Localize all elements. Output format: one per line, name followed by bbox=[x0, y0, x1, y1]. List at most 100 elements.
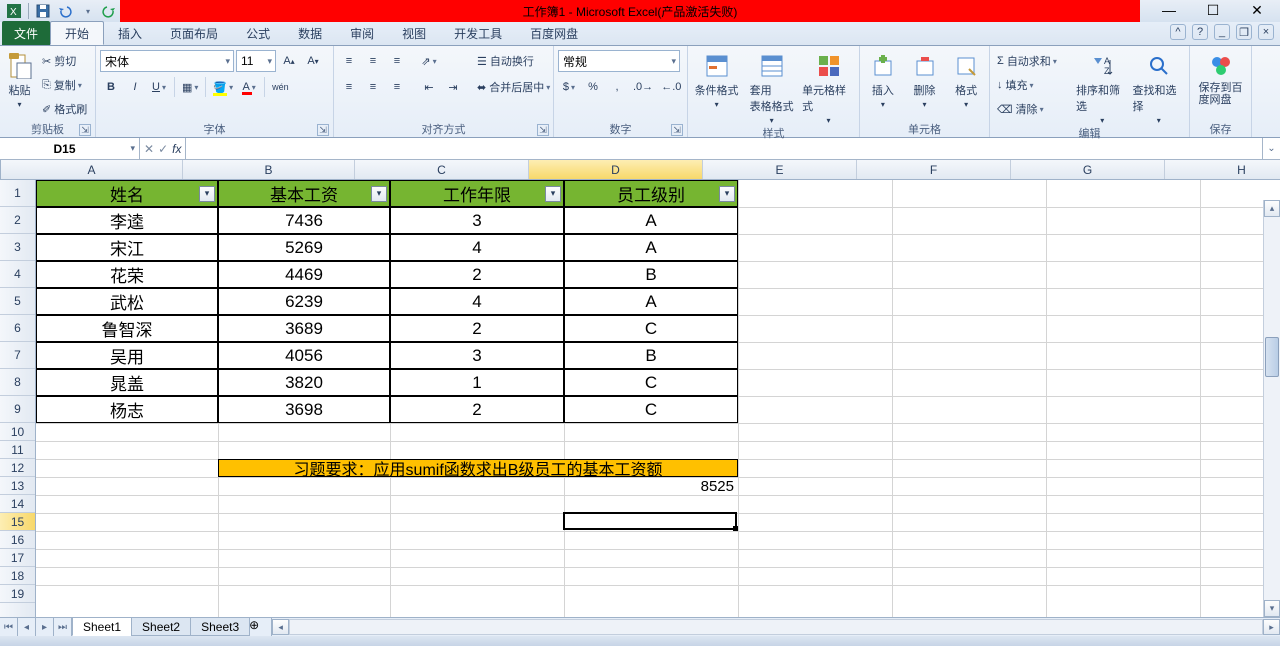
cell-C1[interactable]: 工作年限▾ bbox=[390, 180, 564, 207]
row-header-3[interactable]: 3 bbox=[0, 234, 35, 261]
cell-B8[interactable]: 3820 bbox=[218, 369, 390, 396]
cell-A6[interactable]: 鲁智深 bbox=[36, 315, 218, 342]
cell-C5[interactable]: 4 bbox=[390, 288, 564, 315]
baidu-save-button[interactable]: 保存到百 度网盘 bbox=[1194, 48, 1247, 106]
fill-color-button[interactable]: 🪣 bbox=[210, 76, 236, 98]
cell-C6[interactable]: 2 bbox=[390, 315, 564, 342]
align-left-button[interactable]: ≡ bbox=[338, 76, 360, 98]
help-button[interactable]: ? bbox=[1192, 24, 1208, 40]
row-header-15[interactable]: 15 bbox=[0, 513, 35, 531]
undo-button[interactable] bbox=[55, 2, 75, 20]
cell-D3[interactable]: A bbox=[564, 234, 738, 261]
cell-B7[interactable]: 4056 bbox=[218, 342, 390, 369]
underline-button[interactable]: U bbox=[148, 76, 170, 98]
scroll-right-button[interactable]: ▸ bbox=[1263, 619, 1280, 635]
cell-C4[interactable]: 2 bbox=[390, 261, 564, 288]
ribbon-tab-公式[interactable]: 公式 bbox=[232, 21, 284, 45]
row-header-8[interactable]: 8 bbox=[0, 369, 35, 396]
comma-button[interactable]: , bbox=[606, 76, 628, 98]
cut-button[interactable]: ✂ 剪切 bbox=[39, 50, 91, 72]
undo-dropdown[interactable] bbox=[77, 2, 97, 20]
new-sheet-button[interactable]: ⊕ bbox=[249, 618, 271, 636]
number-format-combo[interactable]: 常规 bbox=[558, 50, 680, 72]
ribbon-tab-百度网盘[interactable]: 百度网盘 bbox=[516, 21, 592, 45]
decrease-decimal-button[interactable]: ←.0 bbox=[658, 76, 684, 98]
doc-minimize-button[interactable]: _ bbox=[1214, 24, 1230, 40]
fx-icon[interactable]: fx bbox=[172, 142, 181, 156]
font-color-button[interactable]: A bbox=[238, 76, 260, 98]
align-top-button[interactable]: ≡ bbox=[338, 50, 360, 72]
ribbon-tab-页面布局[interactable]: 页面布局 bbox=[156, 21, 232, 45]
vscroll-thumb[interactable] bbox=[1265, 337, 1279, 377]
font-dialog-launcher[interactable]: ⇲ bbox=[317, 124, 329, 136]
bold-button[interactable]: B bbox=[100, 76, 122, 98]
next-sheet-button[interactable]: ▸ bbox=[36, 618, 54, 636]
cell-D6[interactable]: C bbox=[564, 315, 738, 342]
prev-sheet-button[interactable]: ◂ bbox=[18, 618, 36, 636]
format-as-table-button[interactable]: 套用 表格格式▾ bbox=[745, 48, 798, 125]
row-header-4[interactable]: 4 bbox=[0, 261, 35, 288]
alignment-dialog-launcher[interactable]: ⇲ bbox=[537, 124, 549, 136]
col-header-C[interactable]: C bbox=[355, 160, 529, 179]
align-center-button[interactable]: ≡ bbox=[362, 76, 384, 98]
ribbon-tab-视图[interactable]: 视图 bbox=[388, 21, 440, 45]
number-dialog-launcher[interactable]: ⇲ bbox=[671, 124, 683, 136]
cell-A7[interactable]: 吴用 bbox=[36, 342, 218, 369]
format-cells-button[interactable]: 格式▾ bbox=[947, 48, 985, 109]
clear-button[interactable]: ⌫ 清除 bbox=[994, 98, 1072, 120]
row-header-18[interactable]: 18 bbox=[0, 567, 35, 585]
cell-C3[interactable]: 4 bbox=[390, 234, 564, 261]
first-sheet-button[interactable]: ⏮ bbox=[0, 618, 18, 636]
ribbon-tab-审阅[interactable]: 审阅 bbox=[336, 21, 388, 45]
cell-A8[interactable]: 晁盖 bbox=[36, 369, 218, 396]
cell-A4[interactable]: 花荣 bbox=[36, 261, 218, 288]
filter-dropdown-C[interactable]: ▾ bbox=[545, 186, 561, 202]
formula-input[interactable] bbox=[186, 138, 1262, 159]
cell-C9[interactable]: 2 bbox=[390, 396, 564, 423]
redo-button[interactable] bbox=[99, 2, 119, 20]
row-header-6[interactable]: 6 bbox=[0, 315, 35, 342]
name-box-input[interactable] bbox=[0, 138, 139, 159]
minimize-ribbon-button[interactable]: ^ bbox=[1170, 24, 1186, 40]
cell-A1[interactable]: 姓名▾ bbox=[36, 180, 218, 207]
cell-B1[interactable]: 基本工资▾ bbox=[218, 180, 390, 207]
row-header-11[interactable]: 11 bbox=[0, 441, 35, 459]
cell-D1[interactable]: 员工级别▾ bbox=[564, 180, 738, 207]
align-middle-button[interactable]: ≡ bbox=[362, 50, 384, 72]
cell-B2[interactable]: 7436 bbox=[218, 207, 390, 234]
cell-C2[interactable]: 3 bbox=[390, 207, 564, 234]
cell-A5[interactable]: 武松 bbox=[36, 288, 218, 315]
cell-B6[interactable]: 3689 bbox=[218, 315, 390, 342]
ribbon-tab-插入[interactable]: 插入 bbox=[104, 21, 156, 45]
close-button[interactable]: ✕ bbox=[1244, 0, 1270, 20]
find-select-button[interactable]: 查找和选择▾ bbox=[1133, 48, 1186, 125]
cell-D7[interactable]: B bbox=[564, 342, 738, 369]
accounting-format-button[interactable]: $ bbox=[558, 76, 580, 98]
cell-D2[interactable]: A bbox=[564, 207, 738, 234]
cells-area[interactable]: 姓名▾基本工资▾工作年限▾员工级别▾李逵74363A宋江52694A花荣4469… bbox=[36, 180, 1280, 617]
merge-center-button[interactable]: ⬌ 合并后居中 bbox=[474, 76, 556, 98]
insert-cells-button[interactable]: 插入▾ bbox=[864, 48, 902, 109]
doc-close-button[interactable]: × bbox=[1258, 24, 1274, 40]
row-header-7[interactable]: 7 bbox=[0, 342, 35, 369]
col-header-D[interactable]: D bbox=[529, 160, 703, 179]
formula-bar[interactable] bbox=[185, 138, 1262, 159]
ribbon-tab-数据[interactable]: 数据 bbox=[284, 21, 336, 45]
col-header-G[interactable]: G bbox=[1011, 160, 1165, 179]
expand-formula-bar-button[interactable]: ⌄ bbox=[1262, 138, 1280, 159]
minimize-button[interactable]: — bbox=[1156, 0, 1182, 20]
decrease-font-button[interactable]: A▾ bbox=[302, 50, 324, 72]
col-header-E[interactable]: E bbox=[703, 160, 857, 179]
paste-button[interactable]: 粘贴 ▾ bbox=[4, 48, 35, 109]
fill-button[interactable]: ↓ 填充 bbox=[994, 74, 1072, 96]
row-header-17[interactable]: 17 bbox=[0, 549, 35, 567]
banner-cell[interactable]: 习题要求：应用sumif函数求出B级员工的基本工资额 bbox=[218, 459, 738, 477]
conditional-format-button[interactable]: 条件格式▾ bbox=[692, 48, 741, 109]
format-painter-button[interactable]: ✐ 格式刷 bbox=[39, 98, 91, 120]
row-header-12[interactable]: 12 bbox=[0, 459, 35, 477]
wrap-text-button[interactable]: ☰ 自动换行 bbox=[474, 50, 556, 72]
col-header-F[interactable]: F bbox=[857, 160, 1011, 179]
cell-B9[interactable]: 3698 bbox=[218, 396, 390, 423]
row-header-1[interactable]: 1 bbox=[0, 180, 35, 207]
row-header-2[interactable]: 2 bbox=[0, 207, 35, 234]
